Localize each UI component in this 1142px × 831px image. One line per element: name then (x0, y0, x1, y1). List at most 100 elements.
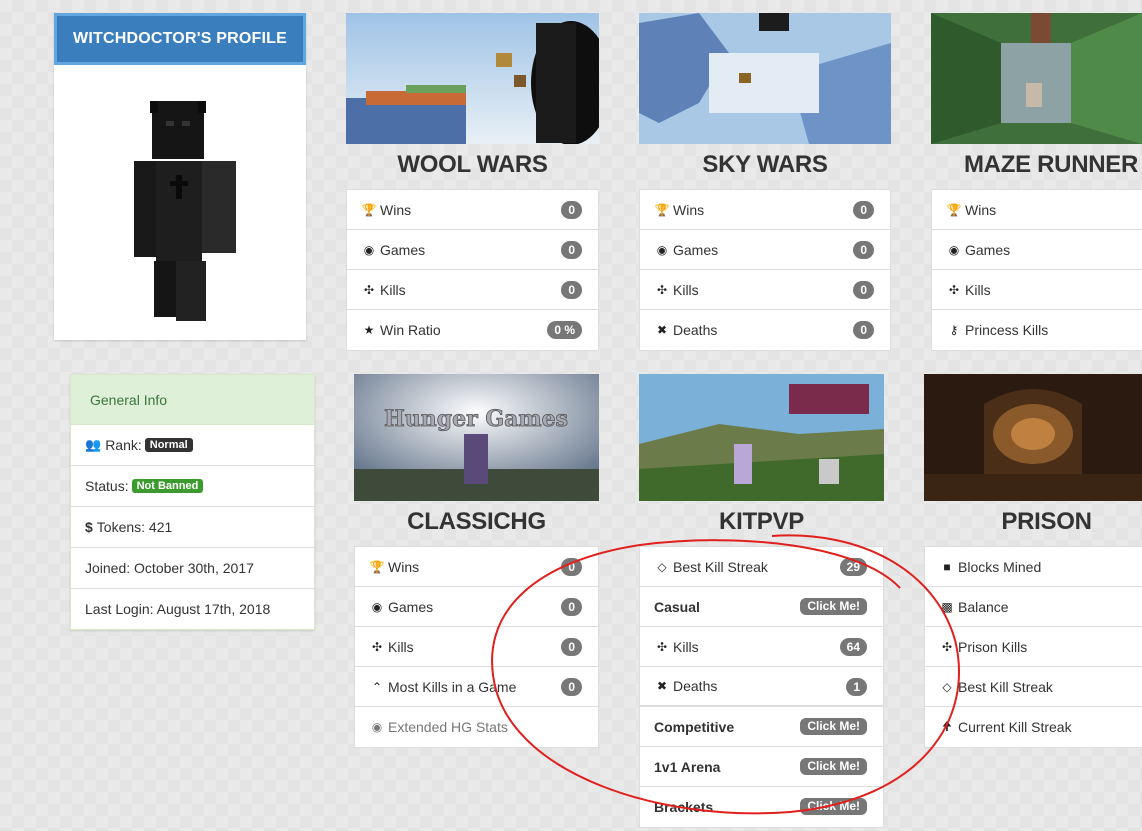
list-item: ◉ Games 0 (640, 230, 890, 270)
list-item: ✣ Prison Kills (925, 627, 1142, 667)
list-item: ✣ Kills 64 (640, 627, 883, 667)
list-item: ✣ Kills 0 (355, 627, 598, 667)
stat-label: Kills (388, 638, 414, 655)
list-item: 🏆 Wins (932, 190, 1142, 230)
casual-row: Casual Click Me! (640, 587, 883, 627)
gamepad-icon: ◉ (948, 242, 960, 257)
list-item: ⚷ Princess Kills (932, 310, 1142, 350)
list-item: ◉ Games 0 (347, 230, 598, 270)
diamond-icon: ◇ (657, 559, 667, 574)
brackets-row: Brackets Click Me! (640, 787, 883, 827)
list-item: 🏆 Wins 0 (347, 190, 598, 230)
stat-badge: 0 (853, 281, 874, 299)
competitive-label: Competitive (654, 718, 735, 735)
player-skin-image (134, 101, 236, 321)
stat-label: Win Ratio (380, 322, 441, 338)
stat-label: Most Kills in a Game (388, 678, 517, 695)
trophy-icon: 🏆 (654, 202, 670, 217)
crosshair-icon: ✣ (941, 639, 953, 654)
wool-wars-stats: 🏆 Wins 0 ◉ Games 0 ✣ Kills 0 ★ Win Ratio 0 % (346, 189, 599, 351)
dollar-icon: $ (85, 519, 93, 535)
stat-badge: 0 (853, 241, 874, 259)
trophy-icon: 🏆 (946, 202, 962, 217)
stat-label: Deaths (673, 322, 718, 338)
kitpvp-stats: ◇ Best Kill Streak 29 Casual Click Me! ✣ Kil… (639, 546, 884, 828)
general-info-panel: General Info 👥 Rank: Normal Status: Not … (70, 374, 315, 630)
stat-label: Best Kill Streak (958, 678, 1053, 695)
stat-label: Princess Kills (965, 322, 1049, 338)
stat-label: Deaths (673, 678, 718, 694)
list-item: ✣ Kills 0 (347, 270, 598, 310)
crosshair-icon: ✣ (656, 282, 668, 297)
rank-label: Rank: (105, 437, 142, 453)
stat-label: Kills (965, 281, 991, 298)
status-badge: Not Banned (131, 479, 204, 493)
trophy-icon: 🏆 (369, 559, 385, 574)
list-item: ⌃ Most Kills in a Game 0 (355, 667, 598, 707)
brackets-click-button[interactable]: Click Me! (800, 798, 867, 815)
stat-badge: 64 (839, 638, 867, 656)
wool-wars-title: WOOL WARS (397, 151, 548, 178)
trophy-icon: 🏆 (361, 202, 377, 217)
list-item: ✖ Deaths 1 (640, 667, 883, 707)
profile-card: WITCHDOCTOR'S PROFILE (54, 13, 306, 340)
users-icon: 👥 (85, 437, 102, 452)
list-item: ★ Win Ratio 0 % (347, 310, 598, 350)
competitive-row: Competitive Click Me! (640, 707, 883, 747)
list-item: ✣ Kills (932, 270, 1142, 310)
stat-label: Current Kill Streak (958, 719, 1072, 735)
status-label: Status: (85, 478, 129, 494)
square-icon: ■ (943, 559, 951, 574)
list-item: ■ Blocks Mined (925, 547, 1142, 587)
competitive-click-button[interactable]: Click Me! (800, 718, 867, 735)
x-icon: ✖ (656, 679, 668, 693)
kitpvp-image (639, 374, 884, 501)
list-item: ◇ Best Kill Streak (925, 667, 1142, 707)
rank-badge: Normal (144, 438, 193, 452)
casual-click-button[interactable]: Click Me! (800, 598, 867, 615)
tokens-text: Tokens: 421 (96, 519, 173, 535)
stat-label: Best Kill Streak (673, 558, 768, 575)
gamepad-icon: ◉ (371, 599, 383, 614)
arrow-up-icon: 🠉 (942, 718, 952, 733)
hunger-games-banner-text: Hunger Games (384, 406, 568, 432)
stat-badge: 29 (839, 558, 867, 576)
stat-badge: 0 (561, 678, 582, 696)
stat-label: Prison Kills (958, 638, 1028, 655)
x-icon: ✖ (656, 323, 668, 337)
status-row: Status: Not Banned (71, 466, 314, 507)
stat-label: Wins (388, 558, 420, 575)
rank-row: 👥 Rank: Normal (71, 425, 314, 466)
list-item: ◇ Best Kill Streak 29 (640, 547, 883, 587)
classichg-title: CLASSICHG (407, 508, 546, 535)
stat-badge: 1 (846, 678, 867, 696)
stat-label: Wins (380, 201, 412, 218)
kitpvp-title: KITPVP (719, 508, 804, 535)
last-login-text: Last Login: August 17th, 2018 (85, 601, 271, 617)
gamepad-icon: ◉ (656, 242, 668, 257)
joined-text: Joined: October 30th, 2017 (85, 560, 254, 576)
stat-badge: 0 (853, 321, 874, 339)
stat-label: Wins (965, 201, 997, 218)
joined-row: Joined: October 30th, 2017 (71, 548, 314, 589)
stat-label: Games (380, 241, 426, 258)
list-item: ✣ Kills 0 (640, 270, 890, 310)
stat-badge: 0 (561, 281, 582, 299)
sky-wars-title: SKY WARS (702, 151, 828, 178)
classichg-stats: 🏆 Wins 0 ◉ Games 0 ✣ Kills 0 ⌃ Most Kills in a … (354, 546, 599, 748)
list-item: 🏆 Wins 0 (355, 547, 598, 587)
key-icon: ⚷ (949, 323, 959, 337)
stat-badge: 0 % (547, 321, 582, 339)
stat-label: Kills (673, 281, 699, 298)
sky-wars-image (639, 13, 891, 144)
stat-label: Kills (673, 638, 699, 655)
stat-label: Games (673, 241, 719, 258)
arena-row: 1v1 Arena Click Me! (640, 747, 883, 787)
casual-label: Casual (654, 598, 700, 615)
prison-image (924, 374, 1142, 501)
list-item: ◉ Games (932, 230, 1142, 270)
extended-hg-stats-link[interactable]: ◉ Extended HG Stats (355, 707, 598, 747)
stat-badge: 0 (561, 241, 582, 259)
arena-click-button[interactable]: Click Me! (800, 758, 867, 775)
crosshair-icon: ✣ (371, 639, 383, 654)
